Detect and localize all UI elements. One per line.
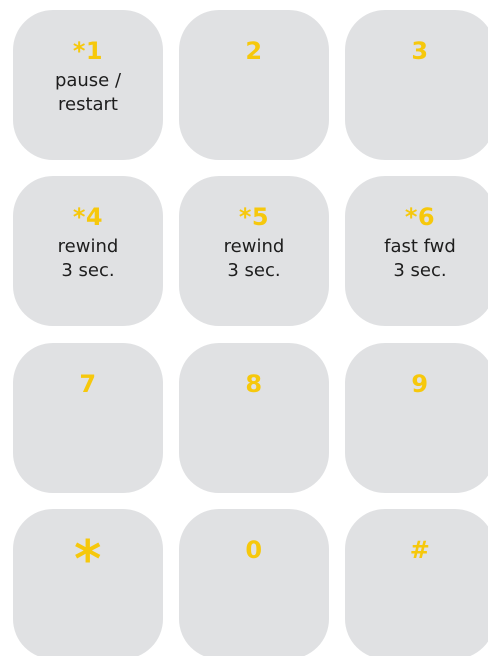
- key-label: *6: [404, 203, 436, 231]
- key-description: fast fwd 3 sec.: [384, 236, 456, 281]
- star-icon: *: [74, 530, 102, 590]
- phone-keypad: *1 pause / restart 2 3 *4 rewind 3 sec. …: [0, 0, 488, 656]
- key-label: 3: [411, 37, 429, 65]
- key-8[interactable]: 8: [179, 343, 329, 493]
- key-star-1-pause-restart[interactable]: *1 pause / restart: [13, 10, 163, 160]
- key-label: 7: [79, 370, 97, 398]
- key-2[interactable]: 2: [179, 10, 329, 160]
- key-label: 2: [245, 37, 263, 65]
- key-9[interactable]: 9: [345, 343, 488, 493]
- key-label: 0: [245, 536, 263, 564]
- key-label: #: [409, 536, 431, 564]
- key-label: *1: [72, 37, 104, 65]
- key-label: 9: [411, 370, 429, 398]
- key-description: pause / restart: [54, 70, 122, 115]
- key-0[interactable]: 0: [179, 509, 329, 656]
- key-star-5-rewind[interactable]: *5 rewind 3 sec.: [179, 176, 329, 326]
- key-7[interactable]: 7: [13, 343, 163, 493]
- key-label: *5: [238, 203, 270, 231]
- key-3[interactable]: 3: [345, 10, 488, 160]
- key-label: *4: [72, 203, 104, 231]
- key-label: 8: [245, 370, 263, 398]
- key-description: rewind 3 sec.: [223, 236, 285, 281]
- key-star[interactable]: *: [13, 509, 163, 656]
- key-hash[interactable]: #: [345, 509, 488, 656]
- key-description: rewind 3 sec.: [57, 236, 119, 281]
- key-star-4-rewind[interactable]: *4 rewind 3 sec.: [13, 176, 163, 326]
- key-star-6-fast-forward[interactable]: *6 fast fwd 3 sec.: [345, 176, 488, 326]
